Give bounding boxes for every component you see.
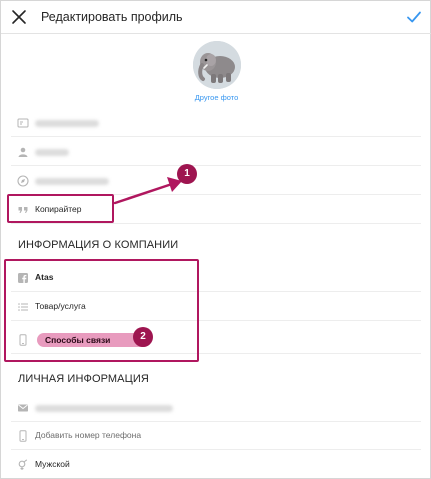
- avatar[interactable]: [193, 41, 241, 89]
- page-title: Редактировать профиль: [41, 10, 183, 24]
- name-field[interactable]: [11, 109, 421, 137]
- mail-icon: [18, 404, 28, 412]
- website-field[interactable]: [11, 167, 421, 195]
- compass-icon: [17, 175, 29, 187]
- add-phone-placeholder: Добавить номер телефона: [35, 430, 142, 440]
- check-icon[interactable]: [406, 9, 422, 25]
- id-card-icon: [17, 118, 29, 128]
- annotation-box-2: [4, 259, 199, 362]
- username-field[interactable]: [11, 138, 421, 166]
- close-icon[interactable]: [11, 9, 27, 25]
- gender-icon: [18, 459, 28, 470]
- email-field[interactable]: [11, 394, 421, 422]
- phone-field[interactable]: Добавить номер телефона: [11, 422, 421, 450]
- annotation-box-1: [7, 194, 114, 223]
- gender-value: Мужской: [35, 459, 70, 469]
- change-photo-link[interactable]: Другое фото: [1, 93, 431, 102]
- edit-profile-screen: Редактировать профиль Другое фото Копира…: [0, 0, 431, 479]
- username-value-redacted: [35, 149, 69, 156]
- person-icon: [18, 147, 28, 157]
- name-value-redacted: [35, 120, 99, 127]
- gender-field[interactable]: Мужской: [11, 451, 421, 479]
- website-value-redacted: [35, 178, 109, 185]
- annotation-badge-2: 2: [133, 327, 153, 347]
- personal-section-title: ЛИЧНАЯ ИНФОРМАЦИЯ: [18, 373, 149, 385]
- elephant-avatar-image: [193, 41, 241, 89]
- email-value-redacted: [35, 405, 173, 412]
- phone-icon: [19, 430, 27, 442]
- top-bar: Редактировать профиль: [1, 1, 431, 34]
- annotation-badge-1: 1: [177, 164, 197, 184]
- company-section-title: ИНФОРМАЦИЯ О КОМПАНИИ: [18, 239, 179, 251]
